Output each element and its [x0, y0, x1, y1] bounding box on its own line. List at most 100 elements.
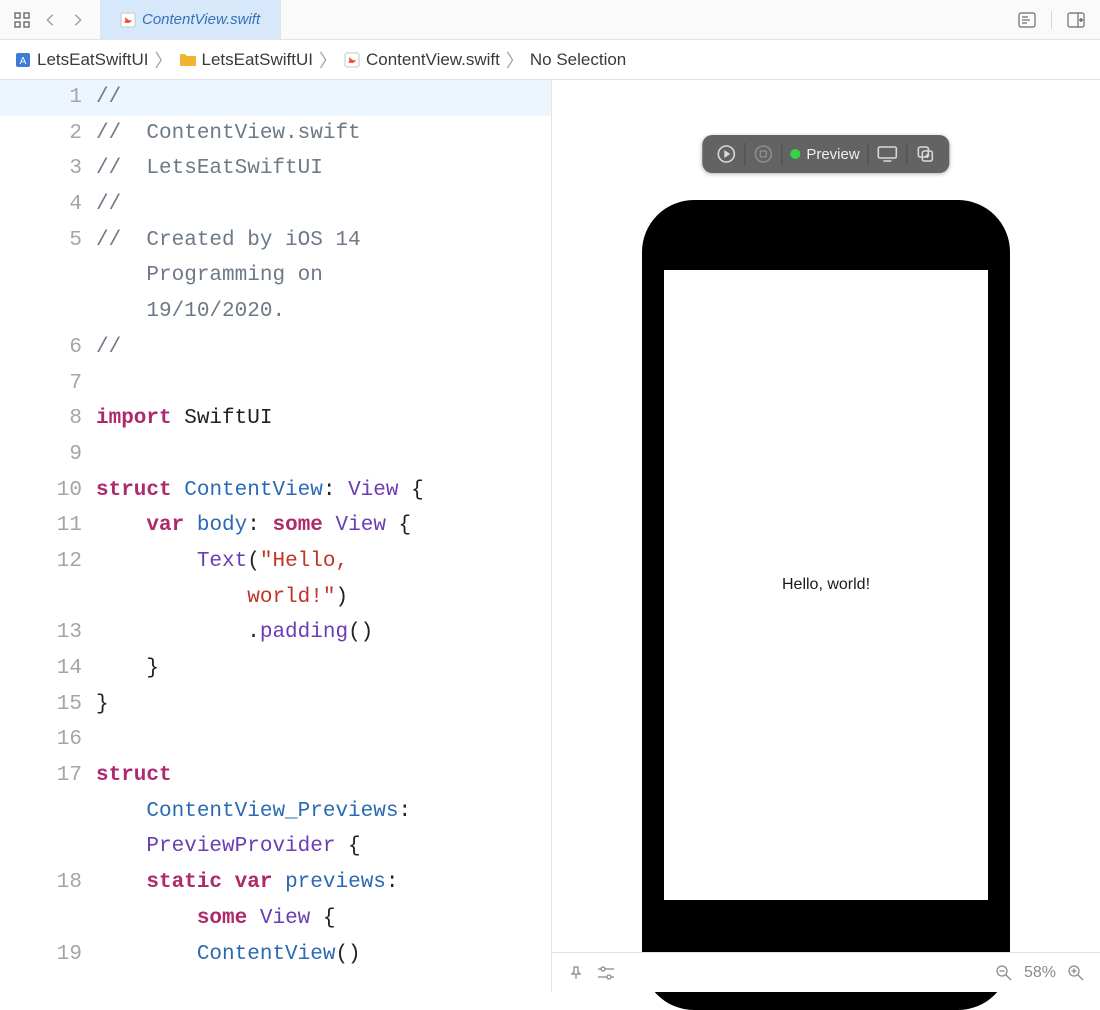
breadcrumb-label: LetsEatSwiftUI: [202, 50, 314, 70]
selectable-preview-button[interactable]: [745, 139, 781, 169]
line-number: 11: [0, 508, 96, 544]
code-line[interactable]: 2// ContentView.swift: [0, 116, 551, 152]
related-items-icon[interactable]: [12, 10, 32, 30]
code-content[interactable]: }: [96, 687, 117, 723]
line-number: 8: [0, 401, 96, 437]
line-number: 18: [0, 865, 96, 901]
svg-text:A: A: [20, 56, 27, 67]
preview-toolbar: Preview: [702, 135, 949, 173]
code-content[interactable]: ContentView(): [96, 937, 369, 973]
device-screen[interactable]: Hello, world!: [664, 270, 988, 900]
folder-icon: [179, 51, 197, 69]
zoom-out-button[interactable]: [994, 963, 1014, 983]
code-content[interactable]: struct ContentView: View {: [96, 473, 432, 509]
code-line[interactable]: 15}: [0, 687, 551, 723]
duplicate-preview-button[interactable]: [908, 139, 944, 169]
code-line[interactable]: 1//: [0, 80, 551, 116]
line-number: 1: [0, 80, 96, 116]
code-content[interactable]: Text("Hello,: [96, 544, 369, 580]
code-line[interactable]: 11 var body: some View {: [0, 508, 551, 544]
code-line[interactable]: 6//: [0, 330, 551, 366]
code-line[interactable]: 16: [0, 722, 551, 758]
code-line[interactable]: ContentView_Previews:: [0, 794, 551, 830]
code-content[interactable]: // LetsEatSwiftUI: [96, 151, 331, 187]
project-icon: A: [14, 51, 32, 69]
line-number: 9: [0, 437, 96, 473]
code-content[interactable]: // ContentView.swift: [96, 116, 369, 152]
preview-canvas: Preview Hello, world!: [552, 80, 1100, 992]
device-settings-button[interactable]: [869, 139, 907, 169]
adjust-icon[interactable]: [596, 963, 616, 983]
breadcrumb-project[interactable]: A LetsEatSwiftUI: [14, 50, 149, 70]
code-line[interactable]: 3// LetsEatSwiftUI: [0, 151, 551, 187]
code-line[interactable]: 4//: [0, 187, 551, 223]
code-line[interactable]: 5// Created by iOS 14: [0, 223, 551, 259]
status-dot-icon: [790, 149, 800, 159]
code-line[interactable]: 10struct ContentView: View {: [0, 473, 551, 509]
line-number: 6: [0, 330, 96, 366]
back-arrow-icon[interactable]: [40, 10, 60, 30]
code-content[interactable]: Programming on: [96, 258, 343, 294]
breadcrumb-file[interactable]: ContentView.swift: [343, 50, 500, 70]
code-content[interactable]: // Created by iOS 14: [96, 223, 381, 259]
code-content[interactable]: .padding(): [96, 615, 381, 651]
editor-tab-title: ContentView.swift: [142, 11, 260, 28]
line-number: 4: [0, 187, 96, 223]
code-content[interactable]: //: [96, 187, 129, 223]
code-line[interactable]: 13 .padding(): [0, 615, 551, 651]
editor-tab[interactable]: ContentView.swift: [100, 0, 281, 39]
swift-icon: [343, 51, 361, 69]
code-content[interactable]: var body: some View {: [96, 508, 419, 544]
code-content[interactable]: ContentView_Previews:: [96, 794, 419, 830]
code-content[interactable]: struct: [96, 758, 180, 794]
code-content[interactable]: world!"): [96, 580, 356, 616]
minimap-icon[interactable]: [1017, 10, 1037, 30]
jump-bar: A LetsEatSwiftUI 〉 LetsEatSwiftUI 〉 Cont…: [0, 40, 1100, 80]
code-content[interactable]: PreviewProvider {: [96, 829, 369, 865]
code-line[interactable]: world!"): [0, 580, 551, 616]
code-line[interactable]: Programming on: [0, 258, 551, 294]
zoom-in-button[interactable]: [1066, 963, 1086, 983]
code-line[interactable]: 19/10/2020.: [0, 294, 551, 330]
zoom-level[interactable]: 58%: [1024, 964, 1056, 982]
line-number: 17: [0, 758, 96, 794]
code-content[interactable]: static var previews:: [96, 865, 407, 901]
code-content[interactable]: 19/10/2020.: [96, 294, 293, 330]
code-line[interactable]: 14 }: [0, 651, 551, 687]
line-number: 2: [0, 116, 96, 152]
pin-icon[interactable]: [566, 963, 586, 983]
preview-status-button[interactable]: Preview: [782, 139, 867, 169]
line-number: 10: [0, 473, 96, 509]
code-line[interactable]: 18 static var previews:: [0, 865, 551, 901]
breadcrumb-label: LetsEatSwiftUI: [37, 50, 149, 70]
preview-text: Hello, world!: [782, 576, 870, 594]
breadcrumb-selection[interactable]: No Selection: [530, 50, 626, 70]
code-line[interactable]: 8import SwiftUI: [0, 401, 551, 437]
add-editor-icon[interactable]: [1066, 10, 1086, 30]
code-line[interactable]: 9: [0, 437, 551, 473]
code-line[interactable]: 17struct: [0, 758, 551, 794]
code-content[interactable]: some View {: [96, 901, 344, 937]
tab-bar: ContentView.swift: [0, 0, 1100, 40]
breadcrumb-folder[interactable]: LetsEatSwiftUI: [179, 50, 314, 70]
code-line[interactable]: 19 ContentView(): [0, 937, 551, 973]
device-frame: Hello, world!: [642, 200, 1010, 1010]
code-line[interactable]: 12 Text("Hello,: [0, 544, 551, 580]
code-content[interactable]: }: [96, 651, 167, 687]
forward-arrow-icon[interactable]: [68, 10, 88, 30]
source-editor[interactable]: 1//2// ContentView.swift3// LetsEatSwift…: [0, 80, 552, 992]
code-content[interactable]: import SwiftUI: [96, 401, 280, 437]
preview-label: Preview: [806, 146, 859, 163]
line-number: 19: [0, 937, 96, 973]
code-line[interactable]: some View {: [0, 901, 551, 937]
code-line[interactable]: PreviewProvider {: [0, 829, 551, 865]
code-content[interactable]: //: [96, 80, 129, 116]
chevron-right-icon: 〉: [506, 47, 524, 73]
canvas-bottom-bar: 58%: [552, 952, 1100, 992]
live-preview-button[interactable]: [708, 139, 744, 169]
code-content[interactable]: //: [96, 330, 129, 366]
code-line[interactable]: 7: [0, 366, 551, 402]
line-number: 12: [0, 544, 96, 580]
breadcrumb-label: No Selection: [530, 50, 626, 70]
editor-main: 1//2// ContentView.swift3// LetsEatSwift…: [0, 80, 1100, 992]
